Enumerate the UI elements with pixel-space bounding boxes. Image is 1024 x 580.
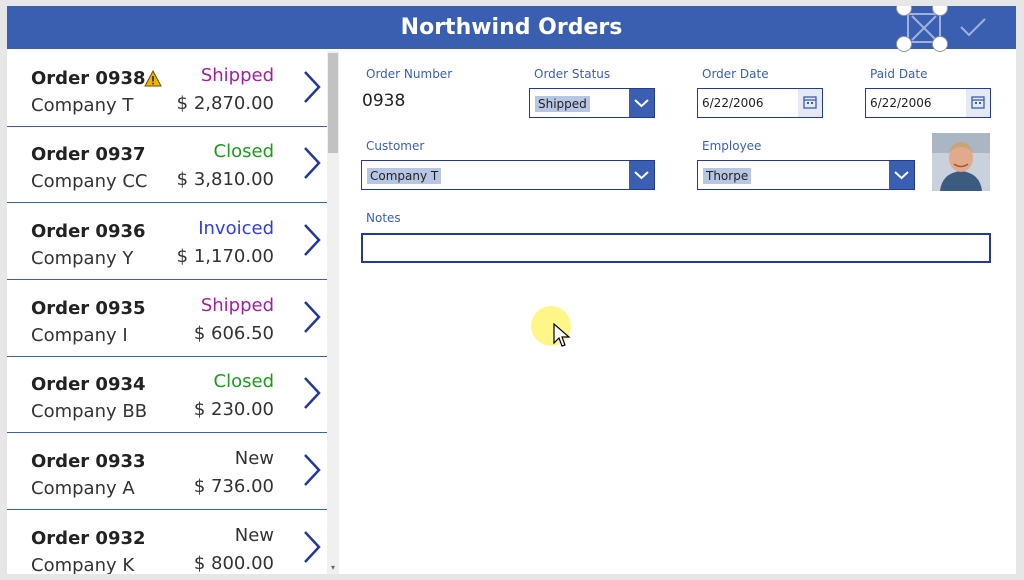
notes-label: Notes bbox=[366, 211, 401, 225]
order-date-label: Order Date bbox=[702, 67, 769, 81]
selection-handle[interactable] bbox=[932, 36, 948, 52]
notes-input[interactable] bbox=[361, 233, 991, 263]
employee-selected: Thorpe bbox=[703, 168, 752, 184]
chevron-right-icon[interactable] bbox=[301, 452, 323, 488]
order-amount: $ 3,810.00 bbox=[176, 169, 274, 190]
orders-gallery: Order 0938 Company T Shipped $ 2,870.00 … bbox=[7, 51, 327, 574]
cancel-icon[interactable] bbox=[896, 6, 948, 52]
order-status: New bbox=[234, 448, 274, 469]
scrollbar-thumb[interactable] bbox=[328, 53, 338, 153]
order-row[interactable]: Order 0935 Company I Shipped $ 606.50 bbox=[7, 281, 327, 357]
order-status-label: Order Status bbox=[534, 67, 611, 81]
employee-label: Employee bbox=[702, 139, 762, 153]
order-company: Company A bbox=[31, 478, 135, 499]
paid-date-label: Paid Date bbox=[870, 67, 928, 81]
check-icon[interactable] bbox=[958, 12, 988, 42]
customer-selected: Company T bbox=[367, 168, 442, 184]
chevron-right-icon[interactable] bbox=[301, 299, 323, 335]
order-title: Order 0938 bbox=[31, 68, 146, 89]
order-number-value: 0938 bbox=[362, 91, 406, 111]
order-date-value: 6/22/2006 bbox=[702, 96, 764, 110]
header-bar: Northwind Orders bbox=[7, 6, 1016, 52]
order-title: Order 0937 bbox=[31, 144, 146, 165]
order-company: Company I bbox=[31, 325, 128, 346]
order-number-label: Order Number bbox=[366, 67, 453, 81]
order-title: Order 0933 bbox=[31, 451, 146, 472]
order-status-selected: Shipped bbox=[535, 96, 590, 112]
order-row[interactable]: Order 0936 Company Y Invoiced $ 1,170.00 bbox=[7, 204, 327, 280]
scroll-down-icon[interactable]: ▾ bbox=[329, 564, 337, 572]
chevron-right-icon[interactable] bbox=[301, 375, 323, 411]
chevron-down-icon[interactable] bbox=[889, 161, 914, 189]
order-amount: $ 606.50 bbox=[193, 323, 274, 344]
order-company: Company T bbox=[31, 95, 134, 116]
header-actions bbox=[896, 6, 998, 52]
order-status: Shipped bbox=[200, 65, 274, 86]
page-title: Northwind Orders bbox=[400, 15, 623, 40]
order-status: Closed bbox=[213, 371, 274, 392]
warning-icon bbox=[144, 69, 162, 88]
order-amount: $ 800.00 bbox=[193, 553, 274, 574]
employee-dropdown[interactable]: Thorpe bbox=[697, 160, 915, 190]
order-form: Order Number 0938 Order Status Shipped O… bbox=[339, 51, 1016, 574]
chevron-down-icon[interactable] bbox=[629, 161, 654, 189]
order-amount: $ 736.00 bbox=[193, 476, 274, 497]
order-company: Company K bbox=[31, 555, 135, 574]
order-status: Closed bbox=[213, 141, 274, 162]
order-title: Order 0932 bbox=[31, 528, 146, 549]
gallery-scrollbar[interactable]: ▾ bbox=[327, 51, 339, 574]
order-amount: $ 230.00 bbox=[193, 399, 274, 420]
order-title: Order 0934 bbox=[31, 374, 146, 395]
order-row[interactable]: Order 0932 Company K New $ 800.00 bbox=[7, 511, 327, 574]
order-row[interactable]: Order 0933 Company A New $ 736.00 bbox=[7, 434, 327, 510]
order-company: Company CC bbox=[31, 171, 148, 192]
customer-label: Customer bbox=[366, 139, 425, 153]
order-row[interactable]: Order 0937 Company CC Closed $ 3,810.00 bbox=[7, 127, 327, 203]
customer-dropdown[interactable]: Company T bbox=[361, 160, 655, 190]
paid-date-picker[interactable]: 6/22/2006 bbox=[865, 88, 991, 118]
order-row[interactable]: Order 0934 Company BB Closed $ 230.00 bbox=[7, 357, 327, 433]
calendar-icon[interactable] bbox=[798, 89, 822, 117]
order-status: Shipped bbox=[200, 295, 274, 316]
selection-handle[interactable] bbox=[896, 36, 912, 52]
order-amount: $ 1,170.00 bbox=[176, 246, 274, 267]
paid-date-value: 6/22/2006 bbox=[870, 96, 932, 110]
chevron-right-icon[interactable] bbox=[301, 529, 323, 565]
order-date-picker[interactable]: 6/22/2006 bbox=[697, 88, 823, 118]
order-title: Order 0936 bbox=[31, 221, 146, 242]
order-status: New bbox=[234, 525, 274, 546]
order-title: Order 0935 bbox=[31, 298, 146, 319]
order-row[interactable]: Order 0938 Company T Shipped $ 2,870.00 bbox=[7, 51, 327, 127]
order-status: Invoiced bbox=[198, 218, 274, 239]
chevron-down-icon[interactable] bbox=[629, 89, 654, 117]
app-canvas: Northwind Orders Order 0938 Company T Sh… bbox=[7, 6, 1016, 574]
order-company: Company BB bbox=[31, 401, 148, 422]
calendar-icon[interactable] bbox=[966, 89, 990, 117]
order-company: Company Y bbox=[31, 248, 134, 269]
mouse-cursor-icon bbox=[553, 322, 571, 349]
chevron-right-icon[interactable] bbox=[301, 69, 323, 105]
chevron-right-icon[interactable] bbox=[301, 222, 323, 258]
order-status-dropdown[interactable]: Shipped bbox=[529, 88, 655, 118]
chevron-right-icon[interactable] bbox=[301, 145, 323, 181]
order-amount: $ 2,870.00 bbox=[176, 93, 274, 114]
employee-photo bbox=[932, 133, 990, 191]
